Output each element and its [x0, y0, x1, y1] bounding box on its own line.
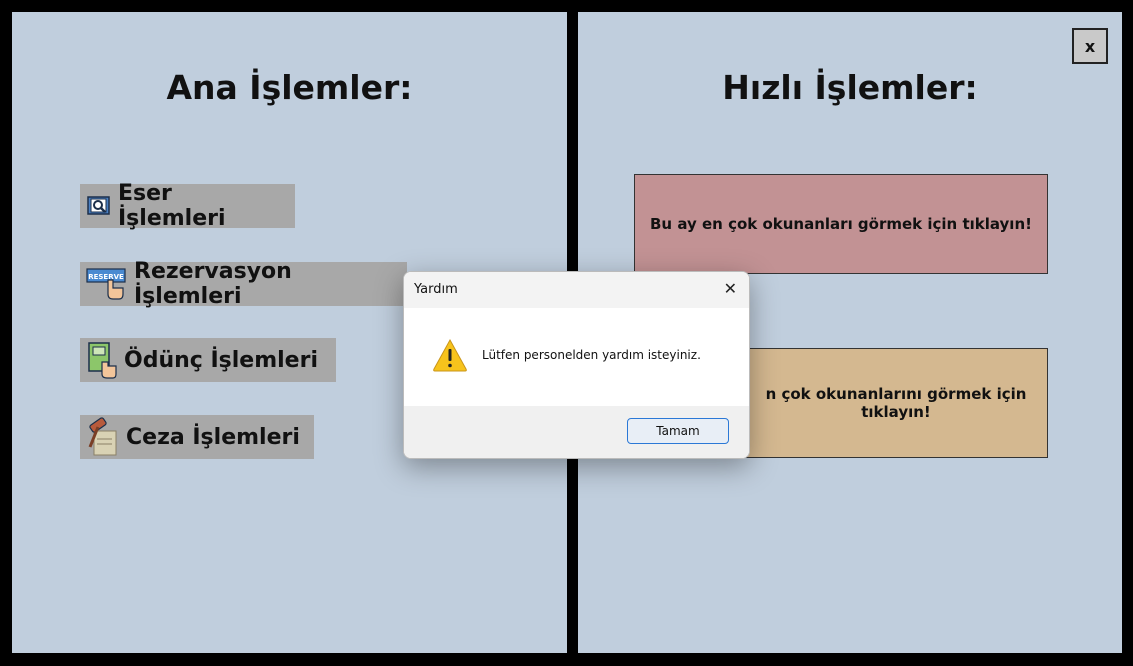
most-read-this-month-label: Bu ay en çok okunanları görmek için tıkl…	[650, 215, 1032, 233]
dialog-title: Yardım	[414, 282, 458, 297]
help-dialog: Yardım ✕ Lütfen personelden yardım istey…	[403, 271, 750, 459]
reservation-operations-label: Rezervasyon İşlemleri	[134, 259, 292, 309]
loan-operations-label: Ödünç İşlemleri	[124, 347, 318, 373]
most-read-this-month-button[interactable]: Bu ay en çok okunanları görmek için tıkl…	[634, 174, 1048, 274]
penalty-operations-button[interactable]: Ceza İşlemleri	[80, 415, 314, 459]
ok-button[interactable]: Tamam	[627, 418, 729, 444]
dialog-close-icon[interactable]: ✕	[724, 280, 737, 298]
dialog-footer: Tamam	[404, 406, 749, 458]
reserve-hand-icon: RESERVE	[86, 266, 128, 302]
close-button[interactable]: x	[1072, 28, 1108, 64]
main-operations-title: Ana İşlemler:	[166, 68, 413, 107]
penalty-operations-label: Ceza İşlemleri	[126, 424, 300, 450]
reserve-icon-text: RESERVE	[88, 273, 124, 281]
eser-operations-button[interactable]: Eser İşlemleri	[80, 181, 295, 231]
reservation-operations-button[interactable]: RESERVE Rezervasyon İşlemleri	[80, 259, 407, 309]
eser-operations-label: Eser İşlemleri	[118, 181, 226, 231]
book-search-icon	[86, 194, 112, 218]
dialog-body: Lütfen personelden yardım isteyiniz.	[404, 308, 749, 406]
gavel-icon	[86, 417, 120, 457]
quick-operations-title: Hızlı İşlemler:	[722, 68, 978, 107]
dialog-titlebar[interactable]: Yardım ✕	[404, 272, 749, 308]
book-hand-icon	[86, 340, 118, 380]
loan-operations-button[interactable]: Ödünç İşlemleri	[80, 338, 336, 382]
warning-icon	[432, 338, 468, 376]
dialog-message: Lütfen personelden yardım isteyiniz.	[482, 348, 701, 362]
